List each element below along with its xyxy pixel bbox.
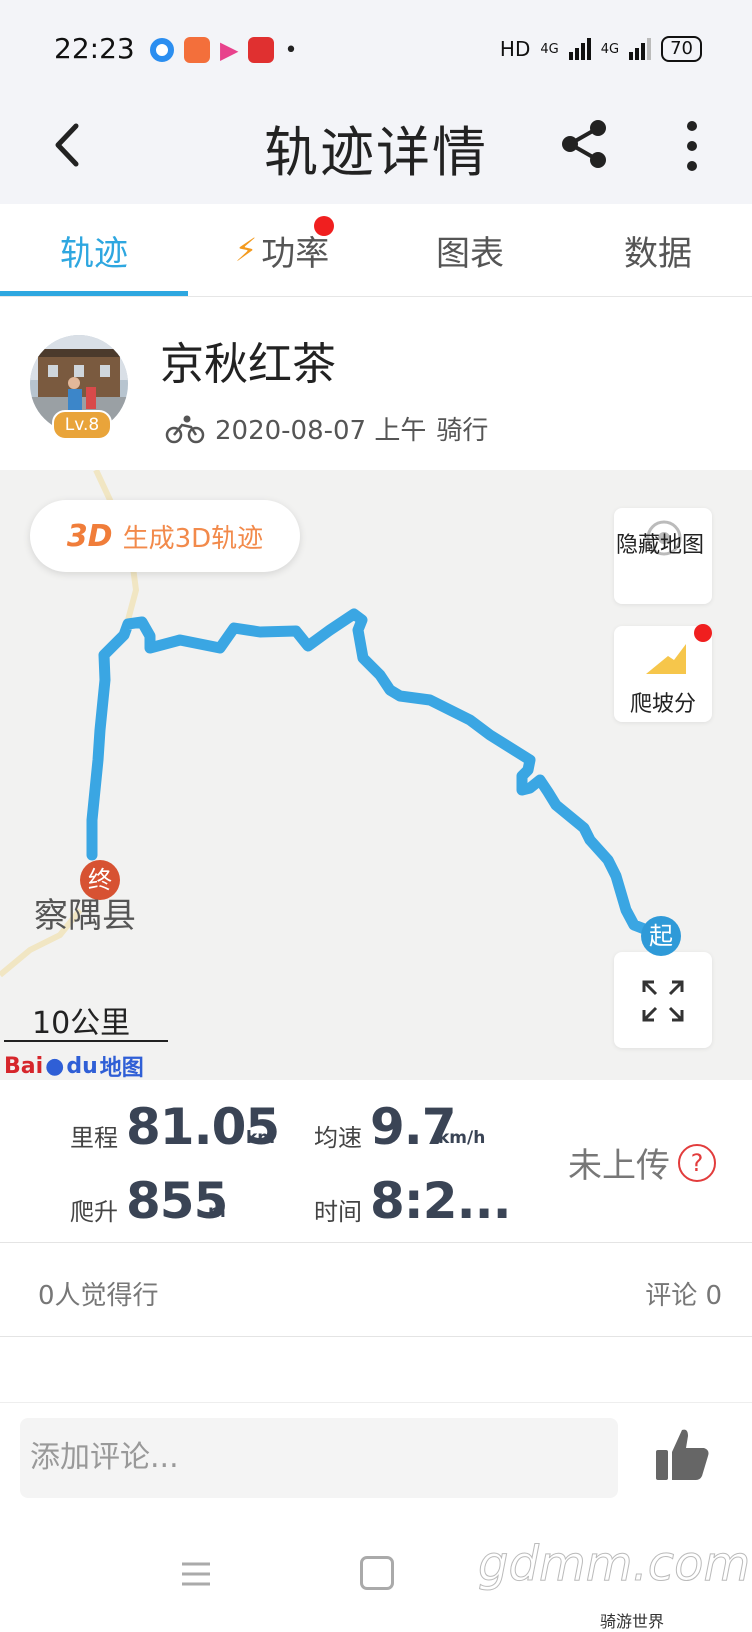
divider xyxy=(0,1242,752,1243)
climb-score-label: 爬坡分 xyxy=(629,692,696,717)
help-icon[interactable]: ? xyxy=(678,1143,716,1182)
user-name[interactable]: 京秋红茶 xyxy=(160,328,336,392)
baidu-map-logo: Bai ● du 地图 xyxy=(4,1050,144,1082)
tab-chart-label: 图表 xyxy=(436,233,504,274)
time-value: 8:2... xyxy=(370,1172,512,1230)
network-label: 4G xyxy=(540,41,559,57)
bicycle-icon xyxy=(165,415,205,443)
tab-data[interactable]: 数据 xyxy=(564,204,752,296)
more-menu-icon[interactable] xyxy=(676,118,708,174)
notification-dot xyxy=(314,216,334,236)
distance-label: 里程 xyxy=(70,1124,118,1152)
tab-power[interactable]: ⚡ 功率 xyxy=(188,204,376,296)
comments-count[interactable]: 评论 0 xyxy=(645,1275,722,1312)
avg-speed-unit: km/h xyxy=(438,1128,486,1148)
paw-icon: ● xyxy=(45,1053,65,1079)
comment-input[interactable]: 添加评论... xyxy=(20,1418,618,1498)
likes-count[interactable]: 0人觉得行 xyxy=(38,1275,159,1312)
notification-dot xyxy=(694,624,712,642)
route-line xyxy=(86,608,666,941)
activity-meta: 2020-08-07 上午 骑行 xyxy=(165,410,488,447)
tab-chart[interactable]: 图表 xyxy=(376,204,564,296)
logo-text: Bai xyxy=(4,1053,44,1079)
page-title: 轨迹详情 xyxy=(264,121,488,184)
status-time: 22:23 xyxy=(54,32,135,65)
map-scale-bar xyxy=(4,1040,168,1042)
town-label: 察隅县 xyxy=(34,896,136,936)
generate-3d-label: 生成3D轨迹 xyxy=(122,523,264,554)
share-icon[interactable] xyxy=(556,116,612,172)
divider xyxy=(0,1336,752,1337)
time-label: 时间 xyxy=(314,1198,362,1226)
mountain-icon xyxy=(646,644,686,674)
3d-badge: 3D xyxy=(66,518,113,554)
battery-icon: 70 xyxy=(661,36,702,62)
upload-status[interactable]: 未上传 ? xyxy=(568,1138,716,1187)
tab-data-label: 数据 xyxy=(624,233,692,274)
generate-3d-track-button[interactable]: 3D 生成3D轨迹 xyxy=(30,500,300,572)
home-button-icon[interactable] xyxy=(360,1556,394,1590)
climb-unit: m xyxy=(208,1202,226,1222)
account-watermark: 骑游世界 xyxy=(600,1612,665,1631)
logo-text-2: du xyxy=(66,1053,98,1079)
status-system-icons: HD 4G 4G 70 xyxy=(500,36,702,62)
recent-apps-icon[interactable] xyxy=(180,1560,212,1588)
start-marker: 起 xyxy=(641,916,681,956)
logo-text-3: 地图 xyxy=(99,1056,144,1081)
avg-speed-label: 均速 xyxy=(314,1124,362,1152)
activity-type: 骑行 xyxy=(436,416,489,446)
tab-track-label: 轨迹 xyxy=(60,233,128,274)
more-notifications-icon: • xyxy=(284,37,298,63)
app-notification-icon xyxy=(184,37,210,63)
hide-map-label: 隐藏地图 xyxy=(616,533,705,558)
network-label: 4G xyxy=(600,41,620,57)
signal-icon xyxy=(568,38,591,60)
tab-bar: 轨迹 ⚡ 功率 图表 数据 xyxy=(0,204,752,297)
like-thumb-icon[interactable] xyxy=(652,1424,712,1484)
level-badge: Lv.8 xyxy=(52,410,112,440)
active-tab-indicator xyxy=(0,291,188,296)
tab-track[interactable]: 轨迹 xyxy=(0,204,188,296)
lightning-icon: ⚡ xyxy=(234,231,258,269)
app-notification-icon xyxy=(248,37,275,63)
activity-date: 2020-08-07 上午 xyxy=(215,416,427,446)
distance-unit: km xyxy=(246,1128,276,1148)
play-notification-icon: ▶ xyxy=(220,36,239,64)
upload-status-label: 未上传 xyxy=(568,1146,670,1186)
signal-icon xyxy=(629,38,652,60)
hd-icon: HD xyxy=(499,37,531,61)
map-scale-label: 10公里 xyxy=(32,1006,131,1041)
expand-icon xyxy=(642,980,684,1022)
site-watermark: gdmm.com xyxy=(477,1536,751,1593)
status-notification-icons: ▶ • xyxy=(150,36,297,64)
climb-label: 爬升 xyxy=(70,1198,118,1226)
app-notification-icon xyxy=(150,38,174,62)
